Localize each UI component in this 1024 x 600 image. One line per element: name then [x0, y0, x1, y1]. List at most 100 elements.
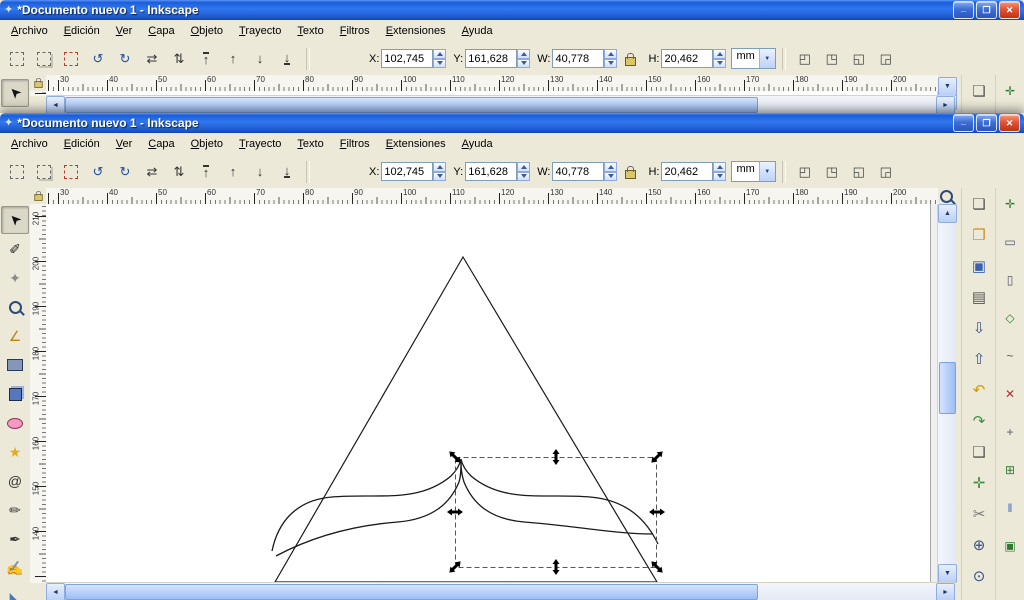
- snap-bbox[interactable]: ▭: [998, 230, 1022, 254]
- menu-archivo[interactable]: Archivo: [3, 134, 56, 154]
- close-button[interactable]: ✕: [999, 1, 1020, 19]
- menu-extensiones[interactable]: Extensiones: [378, 21, 454, 41]
- titlebar[interactable]: ✦ *Documento nuevo 1 - Inkscape _ ❐ ✕: [0, 0, 1024, 20]
- h-spinner[interactable]: [713, 162, 727, 181]
- edit-paths[interactable]: ✛: [965, 470, 993, 497]
- selector-tool[interactable]: ➤: [1, 206, 29, 234]
- affect-move[interactable]: ◰: [792, 46, 818, 72]
- tweak-tool[interactable]: ✦: [1, 264, 29, 292]
- redo[interactable]: ↷: [965, 408, 993, 435]
- menu-ver[interactable]: Ver: [108, 134, 141, 154]
- vertical-scroll-thumb[interactable]: [939, 362, 956, 414]
- lock-ratio-button[interactable]: [619, 47, 641, 71]
- cut[interactable]: ✂: [965, 501, 993, 528]
- affect-corners[interactable]: ◱: [846, 46, 872, 72]
- snap-centers[interactable]: +: [998, 420, 1022, 444]
- snap-smooth[interactable]: ~: [998, 344, 1022, 368]
- x-spinner[interactable]: [433, 162, 447, 181]
- restore-button[interactable]: ❐: [976, 1, 997, 19]
- y-input[interactable]: [465, 162, 518, 181]
- x-input[interactable]: [381, 162, 434, 181]
- flip-horizontal[interactable]: ⇄: [139, 46, 165, 72]
- menu-filtros[interactable]: Filtros: [332, 21, 378, 41]
- node-tool[interactable]: ✐: [1, 235, 29, 263]
- affect-move[interactable]: ◰: [792, 159, 818, 185]
- w-spinner[interactable]: [604, 49, 618, 68]
- restore-button[interactable]: ❐: [976, 114, 997, 132]
- snap-page[interactable]: ▣: [998, 534, 1022, 558]
- chevron-down-icon[interactable]: ▼: [758, 49, 775, 68]
- new-document[interactable]: ❏: [965, 78, 993, 105]
- export-image[interactable]: ⇧: [965, 346, 993, 373]
- menu-edición[interactable]: Edición: [56, 21, 108, 41]
- raise-to-top[interactable]: ↑: [193, 46, 219, 72]
- horizontal-scrollbar[interactable]: ◄ ►: [46, 95, 955, 113]
- lower-to-bottom[interactable]: ↓: [274, 159, 300, 185]
- menu-texto[interactable]: Texto: [289, 134, 331, 154]
- calligraphy-tool[interactable]: ✍: [1, 554, 29, 582]
- menu-ver[interactable]: Ver: [108, 21, 141, 41]
- unit-select[interactable]: mm ▼: [731, 48, 776, 69]
- horizontal-scroll-thumb[interactable]: [65, 584, 758, 600]
- menu-texto[interactable]: Texto: [289, 21, 331, 41]
- select-all-layers[interactable]: [31, 46, 57, 72]
- undo[interactable]: ↶: [965, 377, 993, 404]
- print-document[interactable]: ▤: [965, 284, 993, 311]
- duplicate[interactable]: ❑: [965, 439, 993, 466]
- h-input[interactable]: [661, 49, 714, 68]
- affect-transform[interactable]: ◳: [819, 159, 845, 185]
- unit-select[interactable]: mm ▼: [731, 161, 776, 182]
- raise-to-top[interactable]: ↑: [193, 159, 219, 185]
- scroll-down-button[interactable]: ▼: [938, 564, 957, 583]
- lock-guides-icon[interactable]: [33, 191, 43, 201]
- select-all-layers[interactable]: [31, 159, 57, 185]
- chevron-down-icon[interactable]: ▼: [758, 162, 775, 181]
- scroll-up-button[interactable]: ▲: [938, 204, 957, 223]
- lock-guides-icon[interactable]: [33, 78, 43, 88]
- affect-gradients[interactable]: ◲: [873, 46, 899, 72]
- snap-enable[interactable]: ✛: [998, 192, 1022, 216]
- zoom-in[interactable]: ⊕: [965, 532, 993, 559]
- menu-capa[interactable]: Capa: [140, 134, 182, 154]
- lock-ratio-button[interactable]: [619, 160, 641, 184]
- menu-ayuda[interactable]: Ayuda: [454, 134, 501, 154]
- rotate-ccw[interactable]: ↺: [85, 159, 111, 185]
- open-document[interactable]: ❒: [965, 222, 993, 249]
- measure-tool[interactable]: ∠: [1, 322, 29, 350]
- select-all[interactable]: [4, 46, 30, 72]
- snap-bbox-edges[interactable]: ▯: [998, 268, 1022, 292]
- h-input[interactable]: [661, 162, 714, 181]
- curve-path-upper[interactable]: [271, 458, 659, 552]
- affect-transform[interactable]: ◳: [819, 46, 845, 72]
- spiral-tool[interactable]: @: [1, 467, 29, 495]
- h-spinner[interactable]: [713, 49, 727, 68]
- curve-path-lower[interactable]: [275, 461, 653, 557]
- menu-filtros[interactable]: Filtros: [332, 134, 378, 154]
- x-spinner[interactable]: [433, 49, 447, 68]
- lower[interactable]: ↓: [247, 46, 273, 72]
- zoom-page[interactable]: ⊙: [965, 563, 993, 590]
- w-input[interactable]: [552, 49, 605, 68]
- scroll-left-button[interactable]: ◄: [46, 96, 65, 113]
- horizontal-ruler[interactable]: 30 40 50 60 70 80 90 100 110 120 130 140 150 160 170 18…: [46, 188, 938, 205]
- horizontal-scrollbar[interactable]: ◄ ►: [46, 582, 955, 600]
- horizontal-scroll-thumb[interactable]: [65, 97, 758, 113]
- snap-guides[interactable]: ‖: [998, 496, 1022, 520]
- import-image[interactable]: ⇩: [965, 315, 993, 342]
- pencil-tool[interactable]: ✏: [1, 496, 29, 524]
- menu-archivo[interactable]: Archivo: [3, 21, 56, 41]
- snap-intersections[interactable]: ✕: [998, 382, 1022, 406]
- menu-objeto[interactable]: Objeto: [183, 134, 231, 154]
- flip-vertical[interactable]: ⇅: [166, 46, 192, 72]
- canvas[interactable]: [46, 204, 938, 583]
- save-document[interactable]: ▣: [965, 253, 993, 280]
- lower-to-bottom[interactable]: ↓: [274, 46, 300, 72]
- close-button[interactable]: ✕: [999, 114, 1020, 132]
- menu-trayecto[interactable]: Trayecto: [231, 21, 289, 41]
- scroll-down-button[interactable]: ▼: [938, 77, 957, 96]
- titlebar[interactable]: ✦ *Documento nuevo 1 - Inkscape _ ❐ ✕: [0, 113, 1024, 133]
- vertical-ruler[interactable]: 210200190180170160150140: [30, 91, 47, 96]
- vertical-ruler[interactable]: 210200190180170160150140: [30, 204, 47, 583]
- rotate-cw[interactable]: ↻: [112, 46, 138, 72]
- scroll-right-button[interactable]: ►: [936, 96, 955, 113]
